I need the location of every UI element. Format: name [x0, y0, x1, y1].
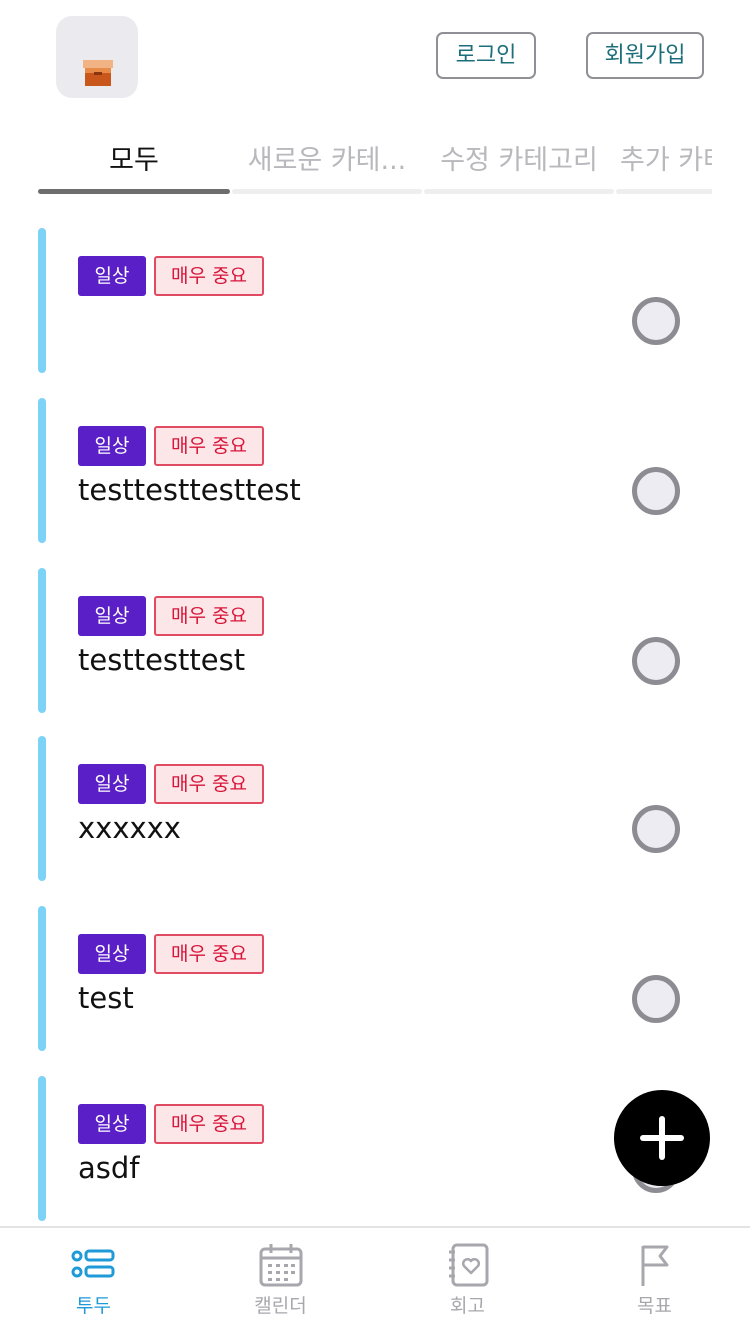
tab-new-category[interactable]: 새로운 카테... [232, 136, 422, 196]
todo-item[interactable]: 일상 매우 중요 test [38, 906, 712, 1051]
nav-label: 캘린더 [254, 1295, 307, 1317]
calendar-icon [259, 1244, 303, 1287]
signup-button[interactable]: 회원가입 [586, 32, 704, 79]
nav-label: 투두 [76, 1295, 111, 1317]
priority-badge: 매우 중요 [154, 934, 264, 974]
tab-edit-category[interactable]: 수정 카테고리 [424, 136, 614, 196]
tab-label: 수정 카테고리 [440, 145, 598, 176]
todo-item[interactable]: 일상 매우 중요 testtesttest [38, 568, 712, 713]
complete-checkbox[interactable] [632, 637, 680, 685]
tab-label: 모두 [109, 145, 159, 176]
priority-badge: 매우 중요 [154, 426, 264, 466]
journal-heart-icon [449, 1243, 489, 1287]
priority-badge: 매우 중요 [154, 256, 264, 296]
todo-title: xxxxxx [78, 811, 181, 845]
todo-item[interactable]: 일상 매우 중요 testtesttesttest [38, 398, 712, 543]
priority-badge: 매우 중요 [154, 1104, 264, 1144]
list-icon [71, 1249, 115, 1278]
bottom-nav: 투두 캘린더 회고 목표 [0, 1226, 750, 1334]
tab-indicator [38, 189, 230, 194]
complete-checkbox[interactable] [632, 297, 680, 345]
category-badge: 일상 [78, 256, 146, 296]
todo-item[interactable]: 일상 매우 중요 asdf [38, 1076, 712, 1221]
category-color-bar [38, 736, 46, 881]
complete-checkbox[interactable] [632, 975, 680, 1023]
category-badge: 일상 [78, 934, 146, 974]
tab-all[interactable]: 모두 [38, 136, 230, 196]
category-color-bar [38, 1076, 46, 1221]
flag-icon [641, 1245, 669, 1286]
nav-item-retrospect[interactable]: 회고 [374, 1228, 561, 1334]
tab-indicator [424, 189, 614, 194]
category-badge: 일상 [78, 1104, 146, 1144]
category-color-bar [38, 398, 46, 543]
nav-item-todo[interactable]: 투두 [0, 1228, 187, 1334]
priority-badge: 매우 중요 [154, 596, 264, 636]
complete-checkbox[interactable] [632, 467, 680, 515]
category-badge: 일상 [78, 596, 146, 636]
add-todo-button[interactable] [614, 1090, 710, 1186]
tab-added-category[interactable]: 추가 카테 [616, 136, 712, 196]
login-button[interactable]: 로그인 [436, 32, 536, 79]
todo-title: testtesttest [78, 643, 246, 677]
category-tabs: 모두 새로운 카테... 수정 카테고리 추가 카테 [38, 136, 712, 198]
tab-indicator [616, 189, 712, 194]
todo-title: test [78, 981, 134, 1015]
tab-indicator [232, 189, 422, 194]
todo-title: testtesttesttest [78, 473, 301, 507]
tab-label: 새로운 카테... [247, 145, 407, 176]
category-color-bar [38, 228, 46, 373]
todo-item[interactable]: 일상 매우 중요 [38, 228, 712, 373]
nav-label: 회고 [450, 1295, 485, 1317]
complete-checkbox[interactable] [632, 805, 680, 853]
nav-item-goal[interactable]: 목표 [561, 1228, 748, 1334]
nav-label: 목표 [637, 1295, 672, 1317]
category-color-bar [38, 906, 46, 1051]
tab-label: 추가 카테 [620, 145, 712, 176]
category-color-bar [38, 568, 46, 713]
category-badge: 일상 [78, 764, 146, 804]
app-logo [56, 16, 138, 98]
todo-title: asdf [78, 1151, 140, 1185]
box-icon [83, 60, 113, 86]
screen: 로그인 회원가입 모두 새로운 카테... 수정 카테고리 추가 카테 일상 매… [0, 0, 750, 1334]
priority-badge: 매우 중요 [154, 764, 264, 804]
category-badge: 일상 [78, 426, 146, 466]
todo-item[interactable]: 일상 매우 중요 xxxxxx [38, 736, 712, 881]
nav-item-calendar[interactable]: 캘린더 [187, 1228, 374, 1334]
